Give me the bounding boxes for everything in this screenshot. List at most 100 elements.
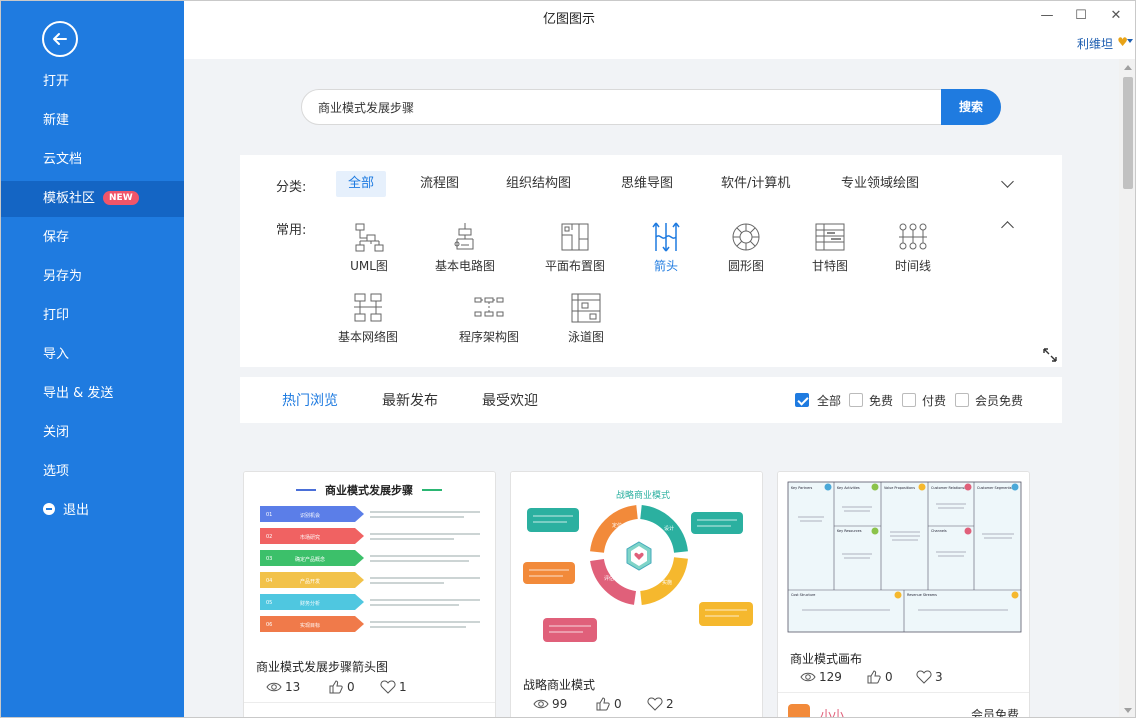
favorite-count[interactable]: 3: [916, 670, 943, 684]
filter-member-free-checkbox[interactable]: [955, 393, 969, 407]
user-name[interactable]: 利维坦: [1077, 35, 1113, 52]
svg-text:Key Resources: Key Resources: [837, 529, 862, 533]
category-tab-all[interactable]: 全部: [336, 171, 387, 197]
sidebar-item-import[interactable]: 导入: [1, 337, 184, 373]
scrollbar[interactable]: [1119, 59, 1135, 717]
category-tab-professional[interactable]: 专业领域绘图: [829, 171, 931, 197]
filter-free-label: 免费: [869, 394, 894, 408]
category-tab-flowchart[interactable]: 流程图: [408, 171, 471, 197]
svg-text:Customer Segments: Customer Segments: [977, 486, 1012, 490]
eye-icon: [266, 682, 282, 692]
scroll-thumb[interactable]: [1123, 77, 1133, 189]
svg-text:实现目标: 实现目标: [300, 622, 320, 629]
type-basic-network[interactable]: 基本网络图: [328, 292, 408, 345]
sidebar-item-open[interactable]: 打开: [1, 64, 184, 100]
sidebar-item-label: 模板社区: [43, 191, 96, 206]
type-label: 泳道图: [567, 330, 604, 344]
chevron-down-icon[interactable]: [1001, 175, 1014, 188]
author-avatar[interactable]: [788, 704, 810, 717]
maximize-icon[interactable]: ☐: [1071, 6, 1091, 26]
sidebar-item-label: 打印: [43, 308, 70, 323]
tab-latest[interactable]: 最新发布: [382, 390, 438, 410]
close-icon[interactable]: ✕: [1106, 6, 1126, 26]
template-card[interactable]: 商业模式发展步骤 01 识别机会 02 市场研究 03 确定产品概念 04 产品开发: [243, 471, 496, 717]
svg-text:确定产品概念: 确定产品概念: [295, 556, 325, 563]
scroll-up-icon[interactable]: [1124, 65, 1132, 70]
card-title[interactable]: 商业模式画布: [790, 650, 862, 667]
svg-text:05: 05: [266, 600, 272, 606]
filter-paid-label: 付费: [922, 394, 947, 408]
thumbs-up-icon: [329, 680, 343, 694]
circular-icon: [732, 223, 760, 251]
filter-all-checkbox[interactable]: [795, 393, 809, 407]
sidebar-item-template-community[interactable]: 模板社区 NEW: [1, 181, 184, 217]
expand-icon[interactable]: [1042, 347, 1058, 363]
category-tab-mind-map[interactable]: 思维导图: [609, 171, 685, 197]
new-badge: NEW: [103, 190, 139, 205]
sidebar: 打开 新建 云文档 模板社区 NEW 保存 另存为 打印 导入 导出 & 发送 关…: [1, 1, 184, 717]
title-bar: 亿图图示 — ☐ ✕ 利维坦 ♥: [184, 1, 1135, 59]
sidebar-item-options[interactable]: 选项: [1, 454, 184, 490]
sidebar-item-label: 新建: [43, 113, 70, 128]
category-tab-software[interactable]: 软件/计算机: [709, 171, 802, 197]
type-circular[interactable]: 圆形图: [706, 221, 786, 274]
thumbs-up-icon: [867, 670, 881, 684]
sidebar-item-save[interactable]: 保存: [1, 220, 184, 256]
tab-hot-browse[interactable]: 热门浏览: [282, 390, 338, 410]
filter-free-checkbox[interactable]: [849, 393, 863, 407]
type-arrow[interactable]: 箭头: [626, 221, 706, 274]
type-swimlane[interactable]: 泳道图: [546, 292, 626, 345]
sidebar-item-export-send[interactable]: 导出 & 发送: [1, 376, 184, 412]
search-button[interactable]: 搜索: [941, 89, 1001, 125]
thumbs-up-icon: [596, 697, 610, 711]
sidebar-item-cloud-docs[interactable]: 云文档: [1, 142, 184, 178]
favorite-count[interactable]: 1: [380, 680, 407, 694]
swimlane-icon: [571, 293, 601, 323]
sidebar-item-close[interactable]: 关闭: [1, 415, 184, 451]
svg-text:06: 06: [266, 622, 272, 628]
like-count[interactable]: 0: [328, 680, 355, 694]
favorite-count[interactable]: 2: [647, 697, 674, 711]
sidebar-item-label: 关闭: [43, 425, 70, 440]
type-timeline[interactable]: 时间线: [873, 221, 953, 274]
like-count[interactable]: 0: [866, 670, 893, 684]
type-label: 圆形图: [727, 259, 764, 273]
sidebar-item-label: 退出: [63, 503, 90, 518]
type-basic-circuit[interactable]: 基本电路图: [425, 221, 505, 274]
sidebar-item-exit[interactable]: 退出: [1, 493, 184, 529]
chevron-up-icon[interactable]: [1001, 221, 1014, 234]
scroll-down-icon[interactable]: [1124, 708, 1132, 713]
search-input[interactable]: [318, 90, 918, 124]
template-thumbnail: 商业模式发展步骤 01 识别机会 02 市场研究 03 确定产品概念 04 产品开发: [244, 472, 495, 644]
minimize-icon[interactable]: —: [1037, 6, 1057, 26]
category-tab-org-chart[interactable]: 组织结构图: [494, 171, 583, 197]
sidebar-item-label: 另存为: [43, 269, 83, 284]
svg-text:Value Propositions: Value Propositions: [884, 486, 915, 490]
sidebar-item-label: 导出 & 发送: [43, 386, 114, 401]
template-card[interactable]: Key Partners Key Activities Value Propos…: [777, 471, 1030, 717]
svg-text:市场研究: 市场研究: [300, 534, 320, 541]
tab-most-popular[interactable]: 最受欢迎: [482, 390, 538, 410]
sidebar-item-print[interactable]: 打印: [1, 298, 184, 334]
template-card[interactable]: 战略商业模式 定位 设计 实施 评估 战略商业模式 99 0 2: [510, 471, 763, 717]
author-name[interactable]: 小小: [820, 706, 844, 717]
sidebar-item-label: 导入: [43, 347, 70, 362]
like-count[interactable]: 0: [595, 697, 622, 711]
view-count: 99: [533, 697, 567, 711]
sidebar-item-save-as[interactable]: 另存为: [1, 259, 184, 295]
arrow-icon: [652, 222, 680, 252]
exit-icon: [43, 503, 55, 515]
type-program-architecture[interactable]: 程序架构图: [449, 292, 529, 345]
type-floor-plan[interactable]: 平面布置图: [535, 221, 615, 274]
type-gantt[interactable]: 甘特图: [790, 221, 870, 274]
filter-paid-checkbox[interactable]: [902, 393, 916, 407]
common-label: 常用:: [276, 223, 307, 238]
type-label: 箭头: [653, 259, 678, 273]
back-arrow-icon[interactable]: [42, 21, 78, 57]
card-title[interactable]: 商业模式发展步骤箭头图: [256, 658, 388, 675]
chevron-down-icon[interactable]: [1127, 39, 1133, 43]
sidebar-item-new[interactable]: 新建: [1, 103, 184, 139]
card-title[interactable]: 战略商业模式: [523, 676, 595, 693]
type-uml[interactable]: UML图: [329, 221, 409, 274]
template-thumbnail: Key Partners Key Activities Value Propos…: [778, 472, 1029, 644]
